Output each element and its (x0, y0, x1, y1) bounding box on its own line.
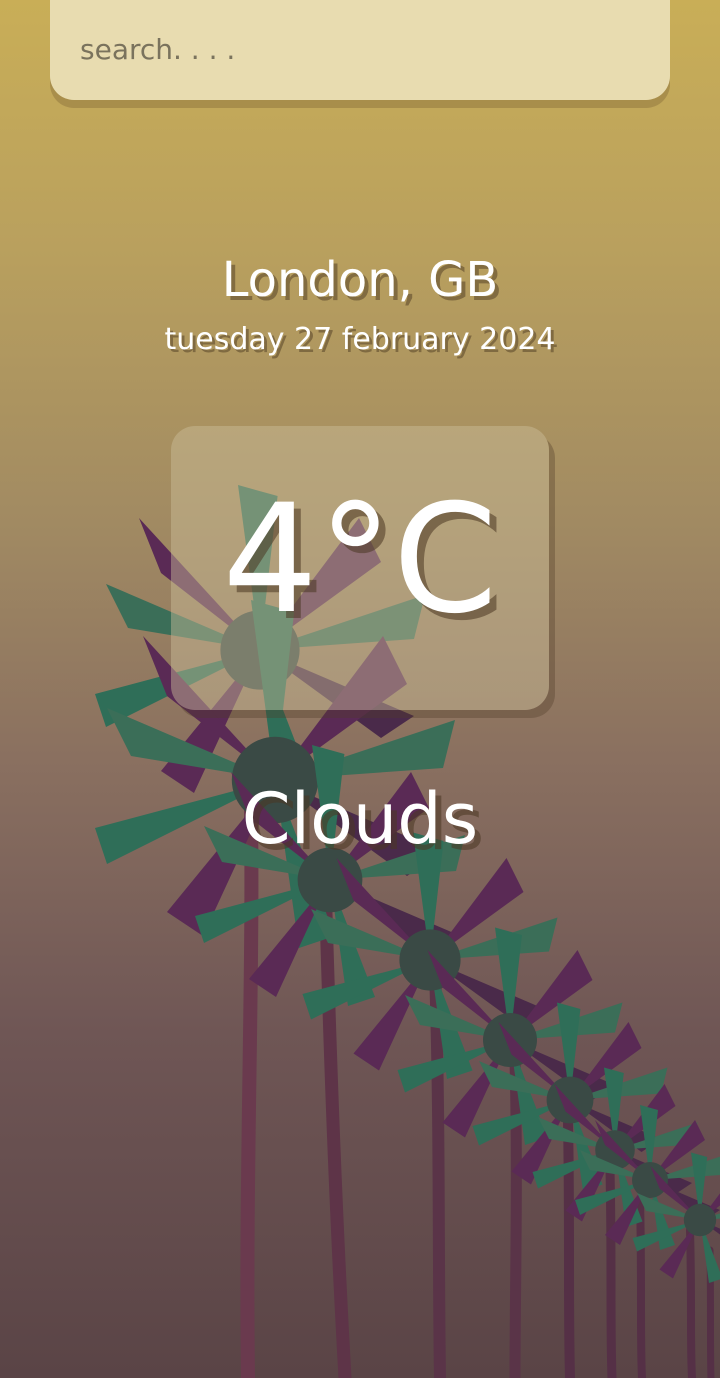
search-input[interactable] (78, 23, 642, 75)
date-label: tuesday 27 february 2024 (164, 322, 556, 357)
location-title: London, GB (221, 252, 499, 308)
weather-condition: Clouds (241, 778, 479, 860)
search-bar (50, 0, 670, 100)
temperature-value: 4°C (222, 473, 498, 647)
